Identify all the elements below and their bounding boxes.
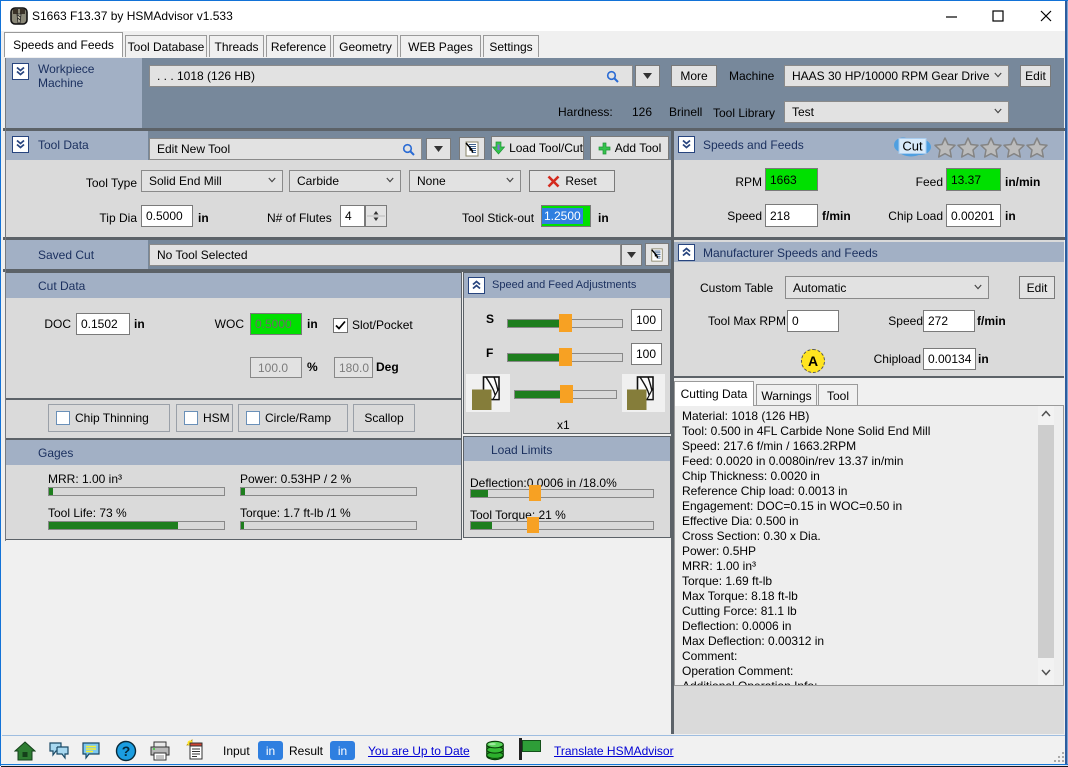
svg-text:Cut: Cut bbox=[902, 139, 923, 154]
svg-text:?: ? bbox=[122, 743, 131, 759]
